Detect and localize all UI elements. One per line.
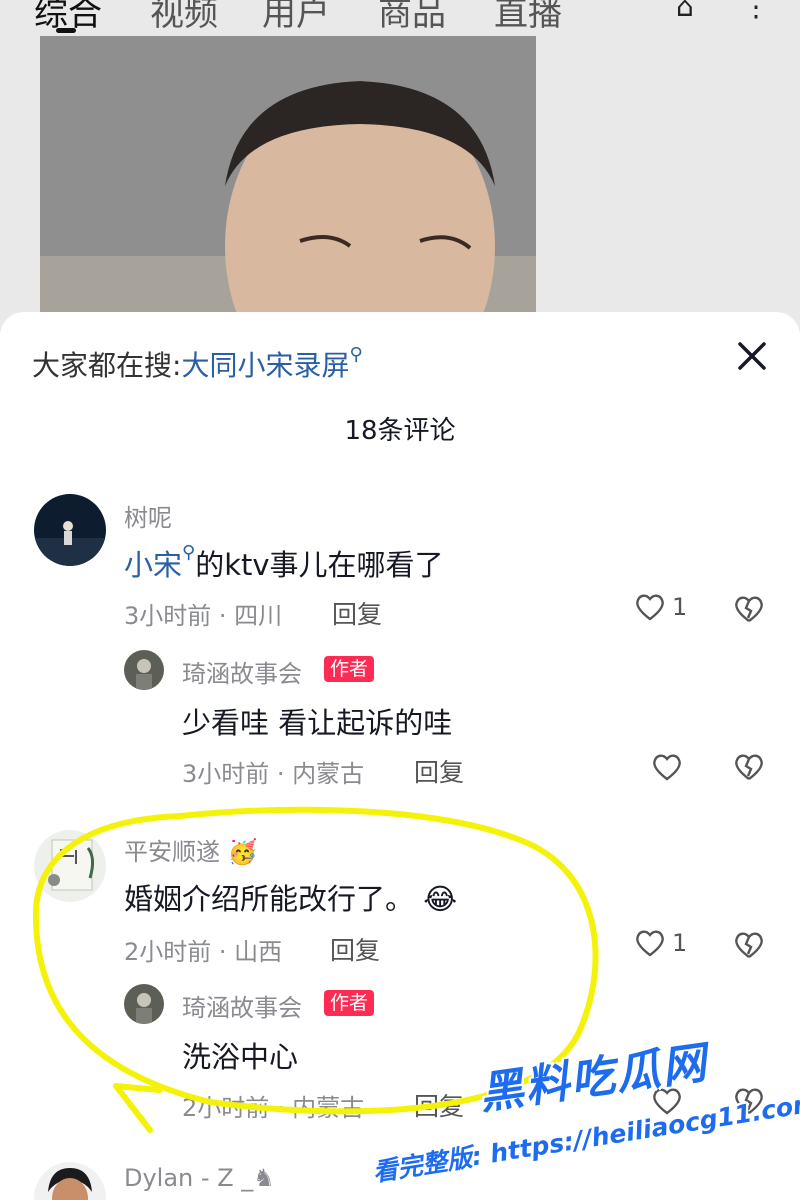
avatar[interactable] [34,494,106,566]
dislike-button[interactable] [733,1086,765,1120]
reply-button[interactable]: 回复 [330,931,380,967]
comment-time-location: 3小时前 · 四川 [124,602,283,630]
comment-username[interactable]: 树呢 [124,498,172,533]
author-badge: 作者 [324,656,375,682]
heart-icon [636,594,664,621]
suggested-search[interactable]: 大家都在搜:大同小宋录屏⚲ [32,344,363,384]
search-icon: ⚲ [349,344,363,365]
suggested-search-keyword[interactable]: 大同小宋录屏 [181,349,349,382]
heart-icon [636,930,664,957]
close-icon [738,342,766,370]
heart-icon [653,1088,681,1115]
like-button[interactable]: 1 [634,592,687,622]
suggested-search-prefix: 大家都在搜: [32,349,182,382]
comment-time-location: 2小时前 · 山西 [124,938,283,966]
tab-users[interactable]: 用户 [262,0,330,35]
comment-username[interactable]: Dylan - Z _♞ [124,1164,275,1192]
author-badge: 作者 [324,990,375,1016]
comment-username[interactable]: 平安顺遂 🥳 [124,832,258,867]
comment-text: 小宋⚲的ktv事儿在哪看了 [124,542,444,584]
reply-button[interactable]: 回复 [332,595,382,631]
dislike-button[interactable] [733,930,765,964]
broken-heart-icon [735,754,763,780]
reply-button[interactable]: 回复 [414,1087,464,1123]
reply-username[interactable]: 琦涵故事会 [182,988,302,1023]
broken-heart-icon [735,596,763,622]
reply-time-location: 3小时前 · 内蒙古 [182,760,365,788]
like-button[interactable] [651,752,683,782]
avatar[interactable] [124,984,164,1024]
like-button[interactable]: 1 [634,928,687,958]
reply-username[interactable]: 琦涵故事会 [182,654,302,689]
reply-text: 洗浴中心 [182,1040,299,1074]
avatar[interactable] [34,1162,106,1200]
avatar[interactable] [124,650,164,690]
like-count: 1 [672,593,688,621]
comment-text-body: 的ktv事儿在哪看了 [195,548,444,582]
party-face-emoji: 🥳 [227,838,258,866]
dislike-button[interactable] [733,752,765,786]
like-count: 1 [672,929,688,957]
reply-text: 少看哇 看让起诉的哇 [182,706,453,740]
video-thumbnail[interactable] [40,36,536,326]
like-button[interactable] [651,1086,683,1116]
comment-sheet: 大家都在搜:大同小宋录屏⚲ 18条评论 树呢 小宋⚲的ktv事儿在哪看了 3小时… [0,312,800,1200]
comment-count: 18条评论 [344,416,456,446]
active-tab-indicator [56,28,76,33]
tab-products[interactable]: 商品 [378,0,446,35]
comment-text-body: 婚姻介绍所能改行了。 [124,882,415,916]
broken-heart-icon [735,1088,763,1114]
avatar[interactable] [34,830,106,902]
comment-text: 婚姻介绍所能改行了。 😂 [124,876,457,918]
close-button[interactable] [730,334,774,378]
laughing-crying-emoji: 😂 [423,882,458,916]
comment-search-link[interactable]: 小宋 [124,548,182,582]
more-icon[interactable]: ⋮ [742,0,770,23]
filter-icon[interactable]: ⌂ [676,0,694,23]
comment-username-text: 平安顺遂 [124,838,220,866]
heart-icon [653,754,681,781]
reply-time-location: 2小时前 · 内蒙古 [182,1094,365,1122]
reply-button[interactable]: 回复 [414,753,464,789]
broken-heart-icon [735,932,763,958]
tab-video[interactable]: 视频 [150,0,218,35]
search-icon: ⚲ [182,542,196,563]
tab-live[interactable]: 直播 [494,0,562,35]
dislike-button[interactable] [733,594,765,628]
search-tabs: 综合 视频 用户 商品 直播 ⌂ ⋮ [0,0,800,40]
